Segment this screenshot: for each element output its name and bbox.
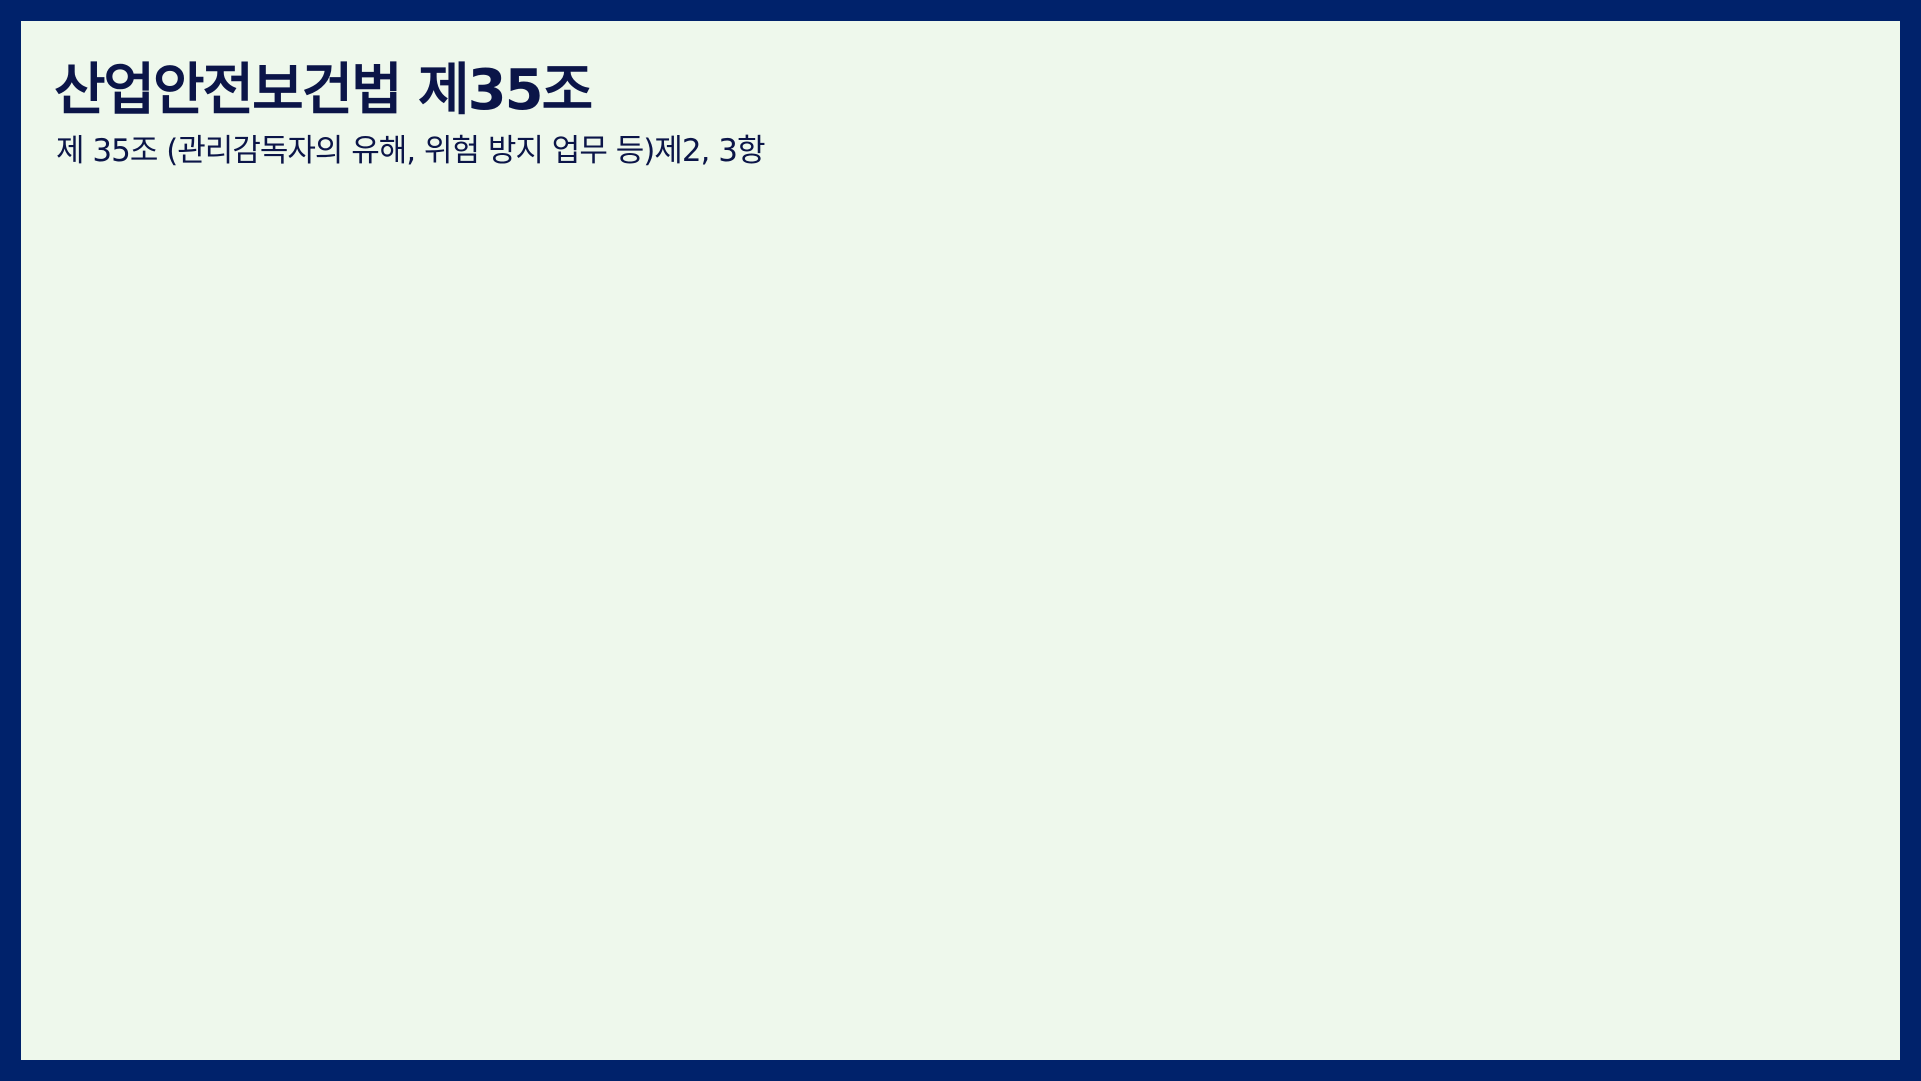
slide-frame: 산업안전보건법 제35조 제 35조 (관리감독자의 유해, 위험 방지 업무 … [0, 0, 1921, 1081]
slide-subtitle: 제 35조 (관리감독자의 유해, 위험 방지 업무 등)제2, 3항 [56, 133, 766, 169]
slide-title: 산업안전보건법 제35조 [54, 58, 593, 123]
slide-content: 산업안전보건법 제35조 제 35조 (관리감독자의 유해, 위험 방지 업무 … [54, 53, 1860, 171]
